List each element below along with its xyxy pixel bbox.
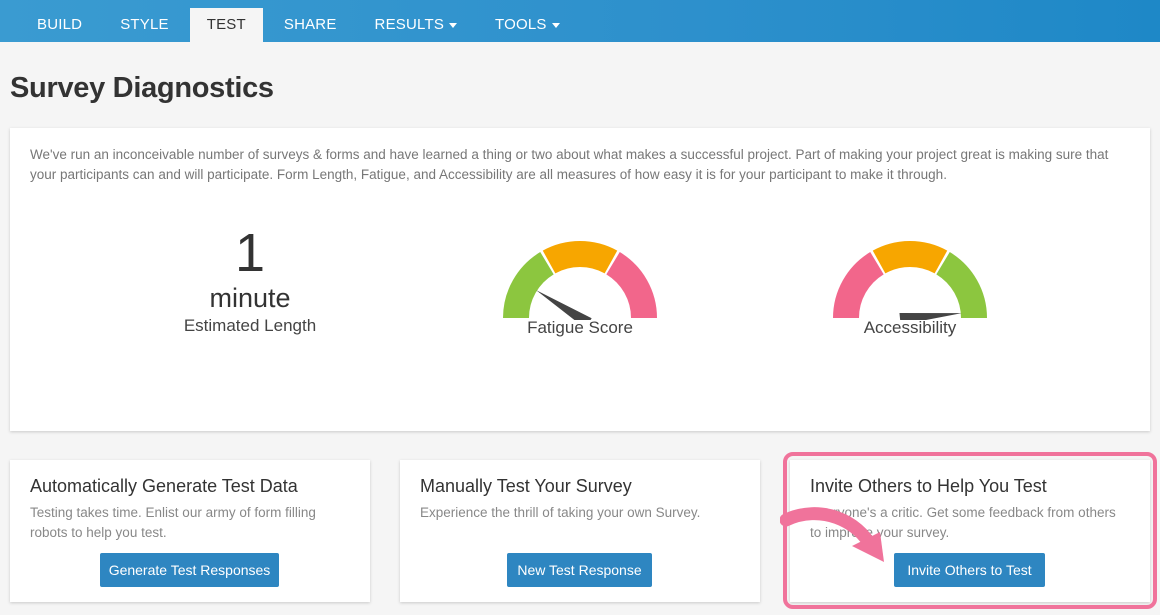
accessibility-gauge: Accessibility bbox=[820, 238, 1000, 338]
tab-tools-label: TOOLS bbox=[495, 16, 547, 33]
invite-others-to-test-button[interactable]: Invite Others to Test bbox=[894, 553, 1045, 587]
accessibility-gauge-segment-high bbox=[935, 252, 987, 319]
new-test-response-button[interactable]: New Test Response bbox=[507, 553, 652, 587]
invite-others-desc: Everyone's a critic. Get some feedback f… bbox=[810, 505, 1116, 540]
tab-style-label: STYLE bbox=[120, 16, 169, 33]
fatigue-gauge-segment-mid bbox=[542, 241, 618, 274]
tab-share-label: SHARE bbox=[283, 16, 337, 33]
fatigue-gauge-dial bbox=[503, 241, 657, 320]
accessibility-gauge-segment-mid bbox=[872, 241, 948, 274]
diagnostics-card: We've run an inconceivable number of sur… bbox=[10, 128, 1150, 431]
fatigue-gauge-segment-high bbox=[605, 252, 657, 319]
invite-others-title: Invite Others to Help You Test bbox=[810, 476, 1047, 496]
tab-test-label: TEST bbox=[206, 16, 246, 33]
tab-results[interactable]: RESULTS bbox=[358, 8, 474, 42]
diagnostics-intro: We've run an inconceivable number of sur… bbox=[30, 147, 1109, 182]
generate-test-responses-button[interactable]: Generate Test Responses bbox=[100, 553, 279, 587]
generate-test-data-title: Automatically Generate Test Data bbox=[30, 476, 298, 496]
tab-style[interactable]: STYLE bbox=[103, 8, 186, 42]
fatigue-gauge-needle bbox=[536, 290, 592, 320]
estimated-length-unit: minute bbox=[209, 283, 291, 313]
top-nav: BUILD STYLE TEST SHARE RESULTS TOOLS bbox=[0, 0, 1160, 42]
estimated-length-value: 1 bbox=[234, 223, 266, 283]
tab-share[interactable]: SHARE bbox=[267, 8, 354, 42]
tab-build-label: BUILD bbox=[37, 16, 83, 33]
estimated-length-label: Estimated Length bbox=[183, 316, 317, 335]
tab-test[interactable]: TEST bbox=[189, 8, 263, 42]
invite-others-card: Invite Others to Help You Test Everyone'… bbox=[790, 460, 1150, 602]
fatigue-gauge-segment-low bbox=[503, 252, 555, 319]
fatigue-score-label: Fatigue Score bbox=[527, 318, 633, 337]
manual-test-card: Manually Test Your Survey Experience the… bbox=[400, 460, 760, 602]
page-title: Survey Diagnostics bbox=[10, 72, 274, 104]
tab-tools[interactable]: TOOLS bbox=[478, 8, 577, 42]
accessibility-gauge-dial bbox=[833, 241, 987, 320]
manual-test-title: Manually Test Your Survey bbox=[420, 476, 632, 496]
accessibility-gauge-segment-low bbox=[833, 252, 885, 319]
tab-results-label: RESULTS bbox=[374, 16, 445, 33]
generate-test-data-card: Automatically Generate Test Data Testing… bbox=[10, 460, 370, 602]
manual-test-desc: Experience the thrill of taking your own… bbox=[420, 505, 701, 520]
caret-down-icon bbox=[449, 22, 458, 28]
fatigue-gauge: Fatigue Score bbox=[490, 238, 670, 338]
generate-test-data-desc: Testing takes time. Enlist our army of f… bbox=[30, 505, 316, 540]
caret-down-icon bbox=[551, 22, 560, 28]
accessibility-label: Accessibility bbox=[863, 318, 957, 337]
tab-build[interactable]: BUILD bbox=[20, 8, 99, 42]
estimated-length-metric: 1 minute Estimated Length bbox=[150, 223, 350, 339]
